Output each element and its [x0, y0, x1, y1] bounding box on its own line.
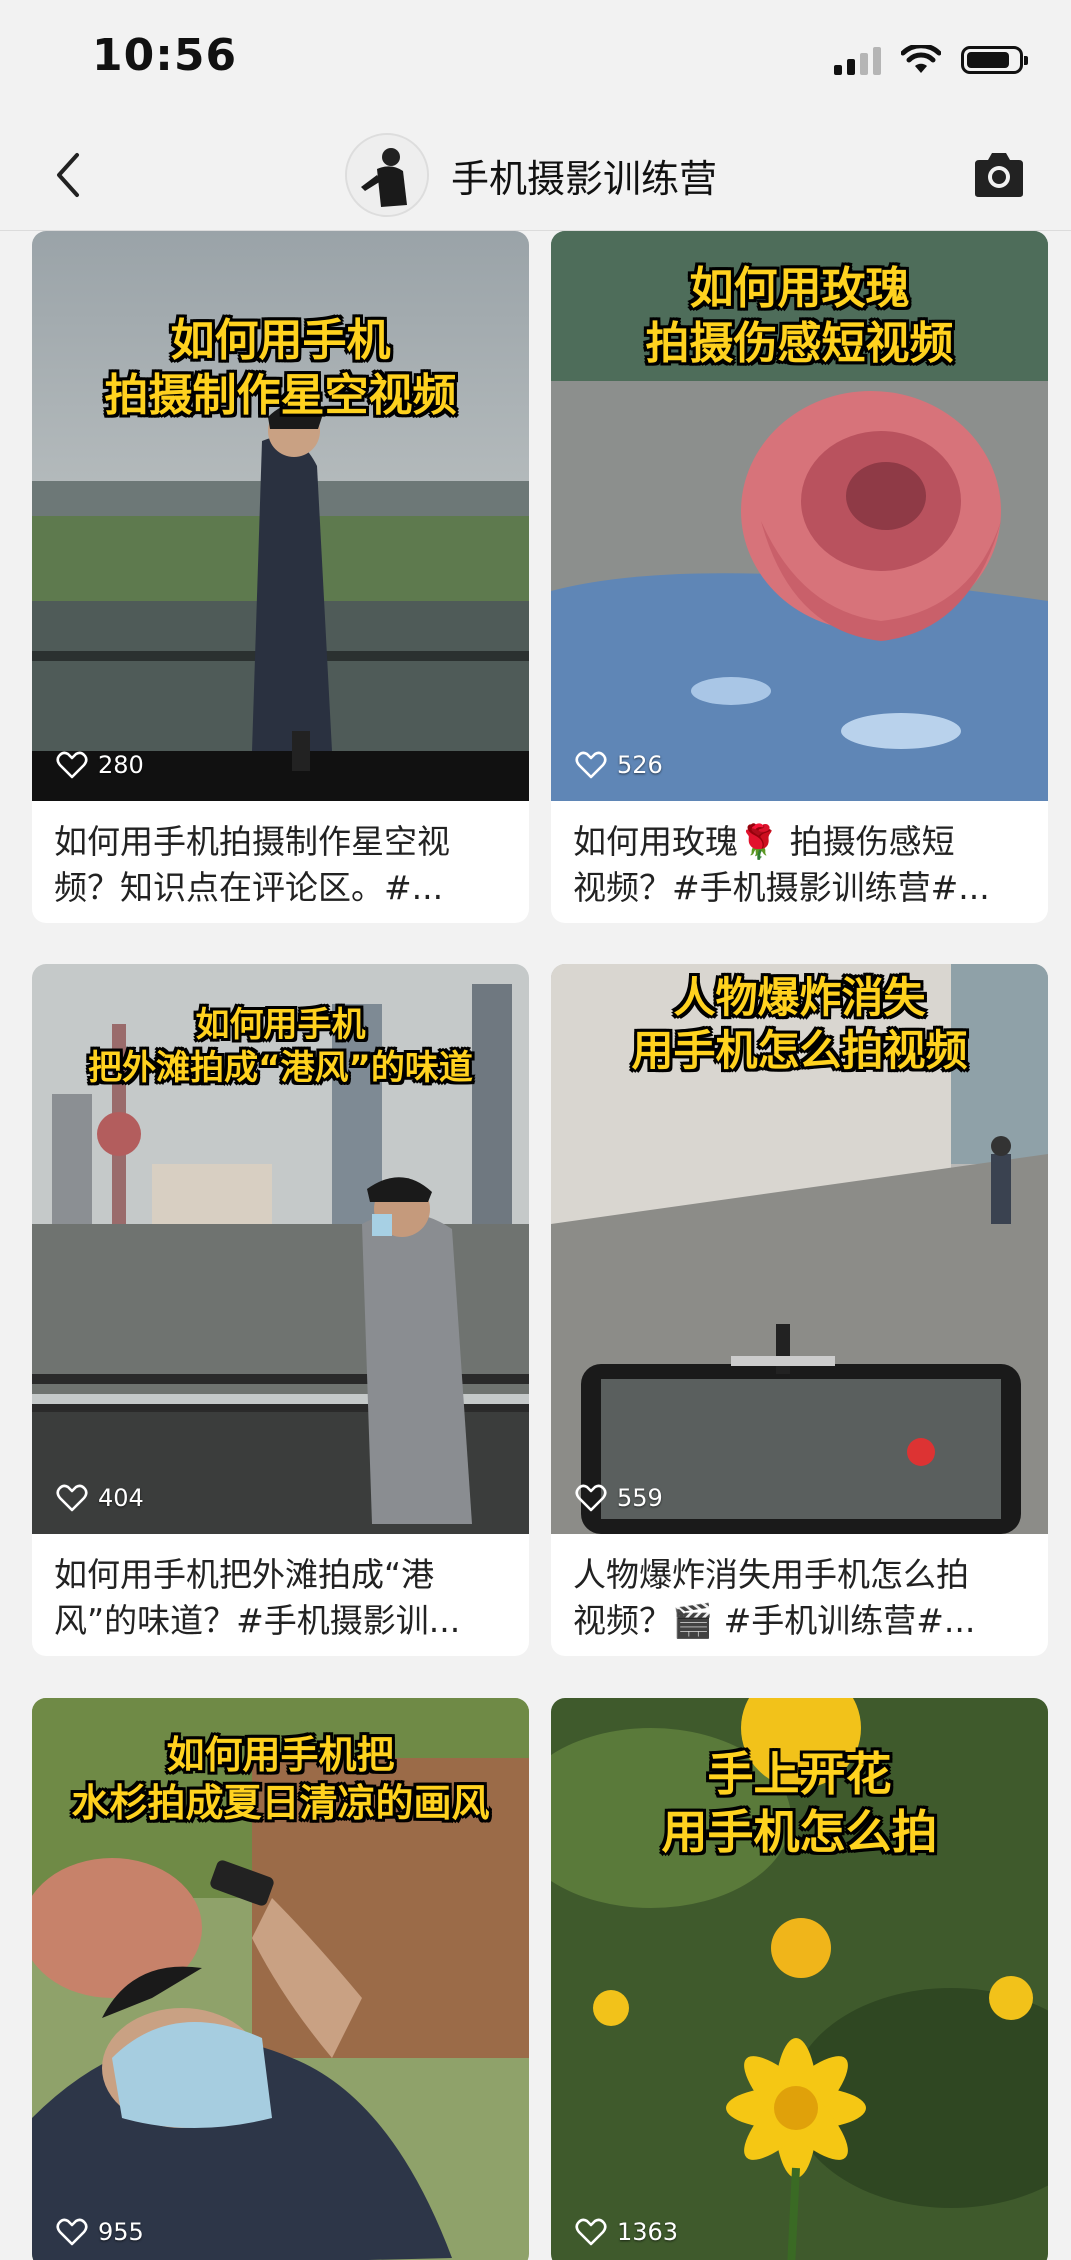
post-thumbnail[interactable]: 如何用手机把 水杉拍成夏日清凉的画风 955 [32, 1698, 529, 2260]
battery-icon [961, 46, 1028, 74]
status-icons [834, 40, 1028, 80]
like-count[interactable]: 955 [56, 2218, 144, 2246]
status-time: 10:56 [92, 30, 238, 81]
nav-bar: 手机摄影训练营 [0, 120, 1071, 231]
back-button[interactable] [48, 145, 88, 205]
caption-line: 如何用手机把外滩拍成“港 [54, 1555, 435, 1594]
account-header[interactable]: 手机摄影训练营 [345, 130, 717, 220]
chevron-left-icon [57, 153, 79, 197]
overlay-title-line1: 如何用手机把 [166, 1733, 395, 1777]
post-caption[interactable]: 如何用手机拍摄制作星空视 频？知识点在评论区。#... [32, 801, 529, 923]
overlay-title-line2: 用手机怎么拍 [661, 1804, 938, 1859]
post-caption[interactable]: 人物爆炸消失用手机怎么拍 视频？🎬 #手机训练营#... [551, 1534, 1048, 1656]
heart-outline-icon [56, 1484, 88, 1512]
post-caption[interactable]: 如何用玫瑰🌹 拍摄伤感短 视频？#手机摄影训练营#... [551, 801, 1048, 923]
post-card[interactable]: 手上开花 用手机怎么拍 1363 [551, 1698, 1048, 2260]
post-thumbnail[interactable]: 如何用手机 把外滩拍成“港风”的味道 404 [32, 964, 529, 1534]
overlay-title-line1: 如何用手机 [195, 1005, 366, 1045]
overlay-title-line2: 拍摄伤感短视频 [645, 318, 954, 369]
caption-line: 视频？#手机摄影训练营#... [573, 868, 990, 907]
camera-button[interactable] [971, 150, 1027, 200]
overlay-title-line1: 人物爆炸消失 [673, 973, 926, 1022]
like-count-value: 559 [617, 1484, 663, 1512]
post-thumbnail[interactable]: 人物爆炸消失 用手机怎么拍视频 559 [551, 964, 1048, 1534]
like-count[interactable]: 404 [56, 1484, 144, 1512]
camera-icon [975, 153, 1023, 197]
like-count-value: 280 [98, 751, 144, 779]
like-count[interactable]: 280 [56, 751, 144, 779]
heart-outline-icon [56, 751, 88, 779]
heart-outline-icon [56, 2218, 88, 2246]
overlay-title-line2: 把外滩拍成“港风”的味道 [88, 1047, 473, 1088]
like-count-value: 526 [617, 751, 663, 779]
post-thumbnail[interactable]: 如何用玫瑰 拍摄伤感短视频 526 [551, 231, 1048, 801]
post-thumbnail[interactable]: 手上开花 用手机怎么拍 1363 [551, 1698, 1048, 2260]
post-card[interactable]: 人物爆炸消失 用手机怎么拍视频 559 人物爆炸消失用手机怎么拍 视频？🎬 #手… [551, 964, 1048, 1656]
overlay-title-line1: 如何用玫瑰 [689, 263, 910, 314]
overlay-title-line2: 用手机怎么拍视频 [631, 1025, 968, 1075]
like-count[interactable]: 559 [575, 1484, 663, 1512]
post-card[interactable]: 如何用玫瑰 拍摄伤感短视频 526 如何用玫瑰🌹 拍摄伤感短 视频？#手机摄影训… [551, 231, 1048, 923]
caption-line: 频？知识点在评论区。#... [54, 868, 444, 907]
post-card[interactable]: 如何用手机 把外滩拍成“港风”的味道 404 如何用手机把外滩拍成“港 风”的味… [32, 964, 529, 1656]
caption-line: 风”的味道？#手机摄影训... [54, 1601, 461, 1640]
post-card[interactable]: 如何用手机 拍摄制作星空视频 280 如何用手机拍摄制作星空视 频？知识点在评论… [32, 231, 529, 923]
overlay-title-line1: 手上开花 [707, 1747, 892, 1801]
heart-outline-icon [575, 751, 607, 779]
overlay-title-line1: 如何用手机 [170, 315, 391, 366]
post-grid: 如何用手机 拍摄制作星空视频 280 如何用手机拍摄制作星空视 频？知识点在评论… [32, 231, 1049, 2260]
like-count[interactable]: 1363 [575, 2218, 678, 2246]
post-card[interactable]: 如何用手机把 水杉拍成夏日清凉的画风 955 [32, 1698, 529, 2260]
heart-outline-icon [575, 1484, 607, 1512]
wifi-icon [901, 45, 941, 73]
status-bar: 10:56 [0, 0, 1071, 120]
like-count-value: 1363 [617, 2218, 679, 2246]
overlay-title-line2: 拍摄制作星空视频 [104, 370, 457, 421]
page-title: 手机摄影训练营 [451, 156, 718, 201]
caption-line: 视频？🎬 #手机训练营#... [573, 1601, 976, 1640]
caption-line: 人物爆炸消失用手机怎么拍 [573, 1555, 969, 1594]
like-count-value: 955 [98, 2218, 144, 2246]
heart-outline-icon [575, 2218, 607, 2246]
avatar[interactable] [345, 133, 429, 217]
like-count[interactable]: 526 [575, 751, 663, 779]
like-count-value: 404 [98, 1484, 144, 1512]
caption-line: 如何用手机拍摄制作星空视 [54, 822, 450, 861]
cellular-signal-icon [834, 45, 881, 75]
post-thumbnail[interactable]: 如何用手机 拍摄制作星空视频 280 [32, 231, 529, 801]
post-caption[interactable]: 如何用手机把外滩拍成“港 风”的味道？#手机摄影训... [32, 1534, 529, 1656]
overlay-title-line2: 水杉拍成夏日清凉的画风 [71, 1780, 490, 1825]
caption-line: 如何用玫瑰🌹 拍摄伤感短 [573, 822, 955, 861]
